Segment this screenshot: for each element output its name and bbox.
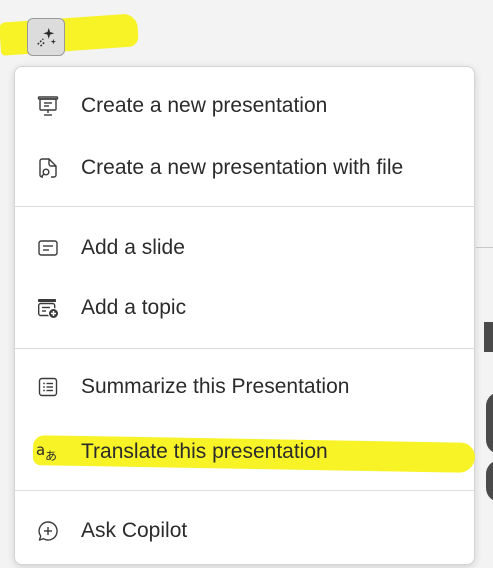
- background-divider: [476, 247, 493, 248]
- svg-text:a: a: [36, 441, 45, 459]
- menu-item-ask-copilot[interactable]: Ask Copilot: [15, 503, 474, 559]
- svg-text:あ: あ: [45, 449, 57, 463]
- menu-item-label: Ask Copilot: [81, 519, 188, 542]
- menu-item-add-topic[interactable]: Add a topic: [15, 280, 474, 336]
- copilot-menu: Create a new presentation Create a new p…: [14, 66, 476, 565]
- menu-item-summarize-presentation[interactable]: Summarize this Presentation: [15, 359, 474, 415]
- menu-item-create-presentation[interactable]: Create a new presentation: [15, 78, 474, 134]
- menu-item-translate-presentation[interactable]: a あ Translate this presentation: [15, 424, 474, 480]
- copilot-sparkle-icon: [37, 27, 57, 47]
- slide-icon: [35, 235, 61, 261]
- add-topic-icon: [35, 295, 61, 321]
- file-search-icon: [35, 155, 61, 181]
- menu-divider: [15, 348, 474, 349]
- menu-item-label: Add a topic: [81, 296, 187, 319]
- background-element: [486, 392, 493, 454]
- presentation-board-icon: [35, 93, 61, 119]
- list-summary-icon: [35, 374, 61, 400]
- translate-icon: a あ: [35, 439, 61, 465]
- menu-item-create-presentation-with-file[interactable]: Create a new presentation with file: [15, 140, 474, 196]
- highlight-mark: [0, 13, 139, 56]
- menu-item-add-slide[interactable]: Add a slide: [15, 220, 474, 276]
- menu-divider: [15, 490, 474, 491]
- menu-item-label: Create a new presentation: [81, 94, 328, 117]
- menu-item-label: Create a new presentation with file: [81, 156, 404, 179]
- menu-item-label: Add a slide: [81, 236, 185, 259]
- chat-add-icon: [35, 518, 61, 544]
- background-element: [484, 322, 493, 352]
- copilot-button[interactable]: [27, 18, 65, 56]
- background-element: [486, 460, 493, 502]
- menu-item-label: Summarize this Presentation: [81, 375, 350, 398]
- menu-item-label: Translate this presentation: [81, 440, 328, 463]
- menu-divider: [15, 206, 474, 207]
